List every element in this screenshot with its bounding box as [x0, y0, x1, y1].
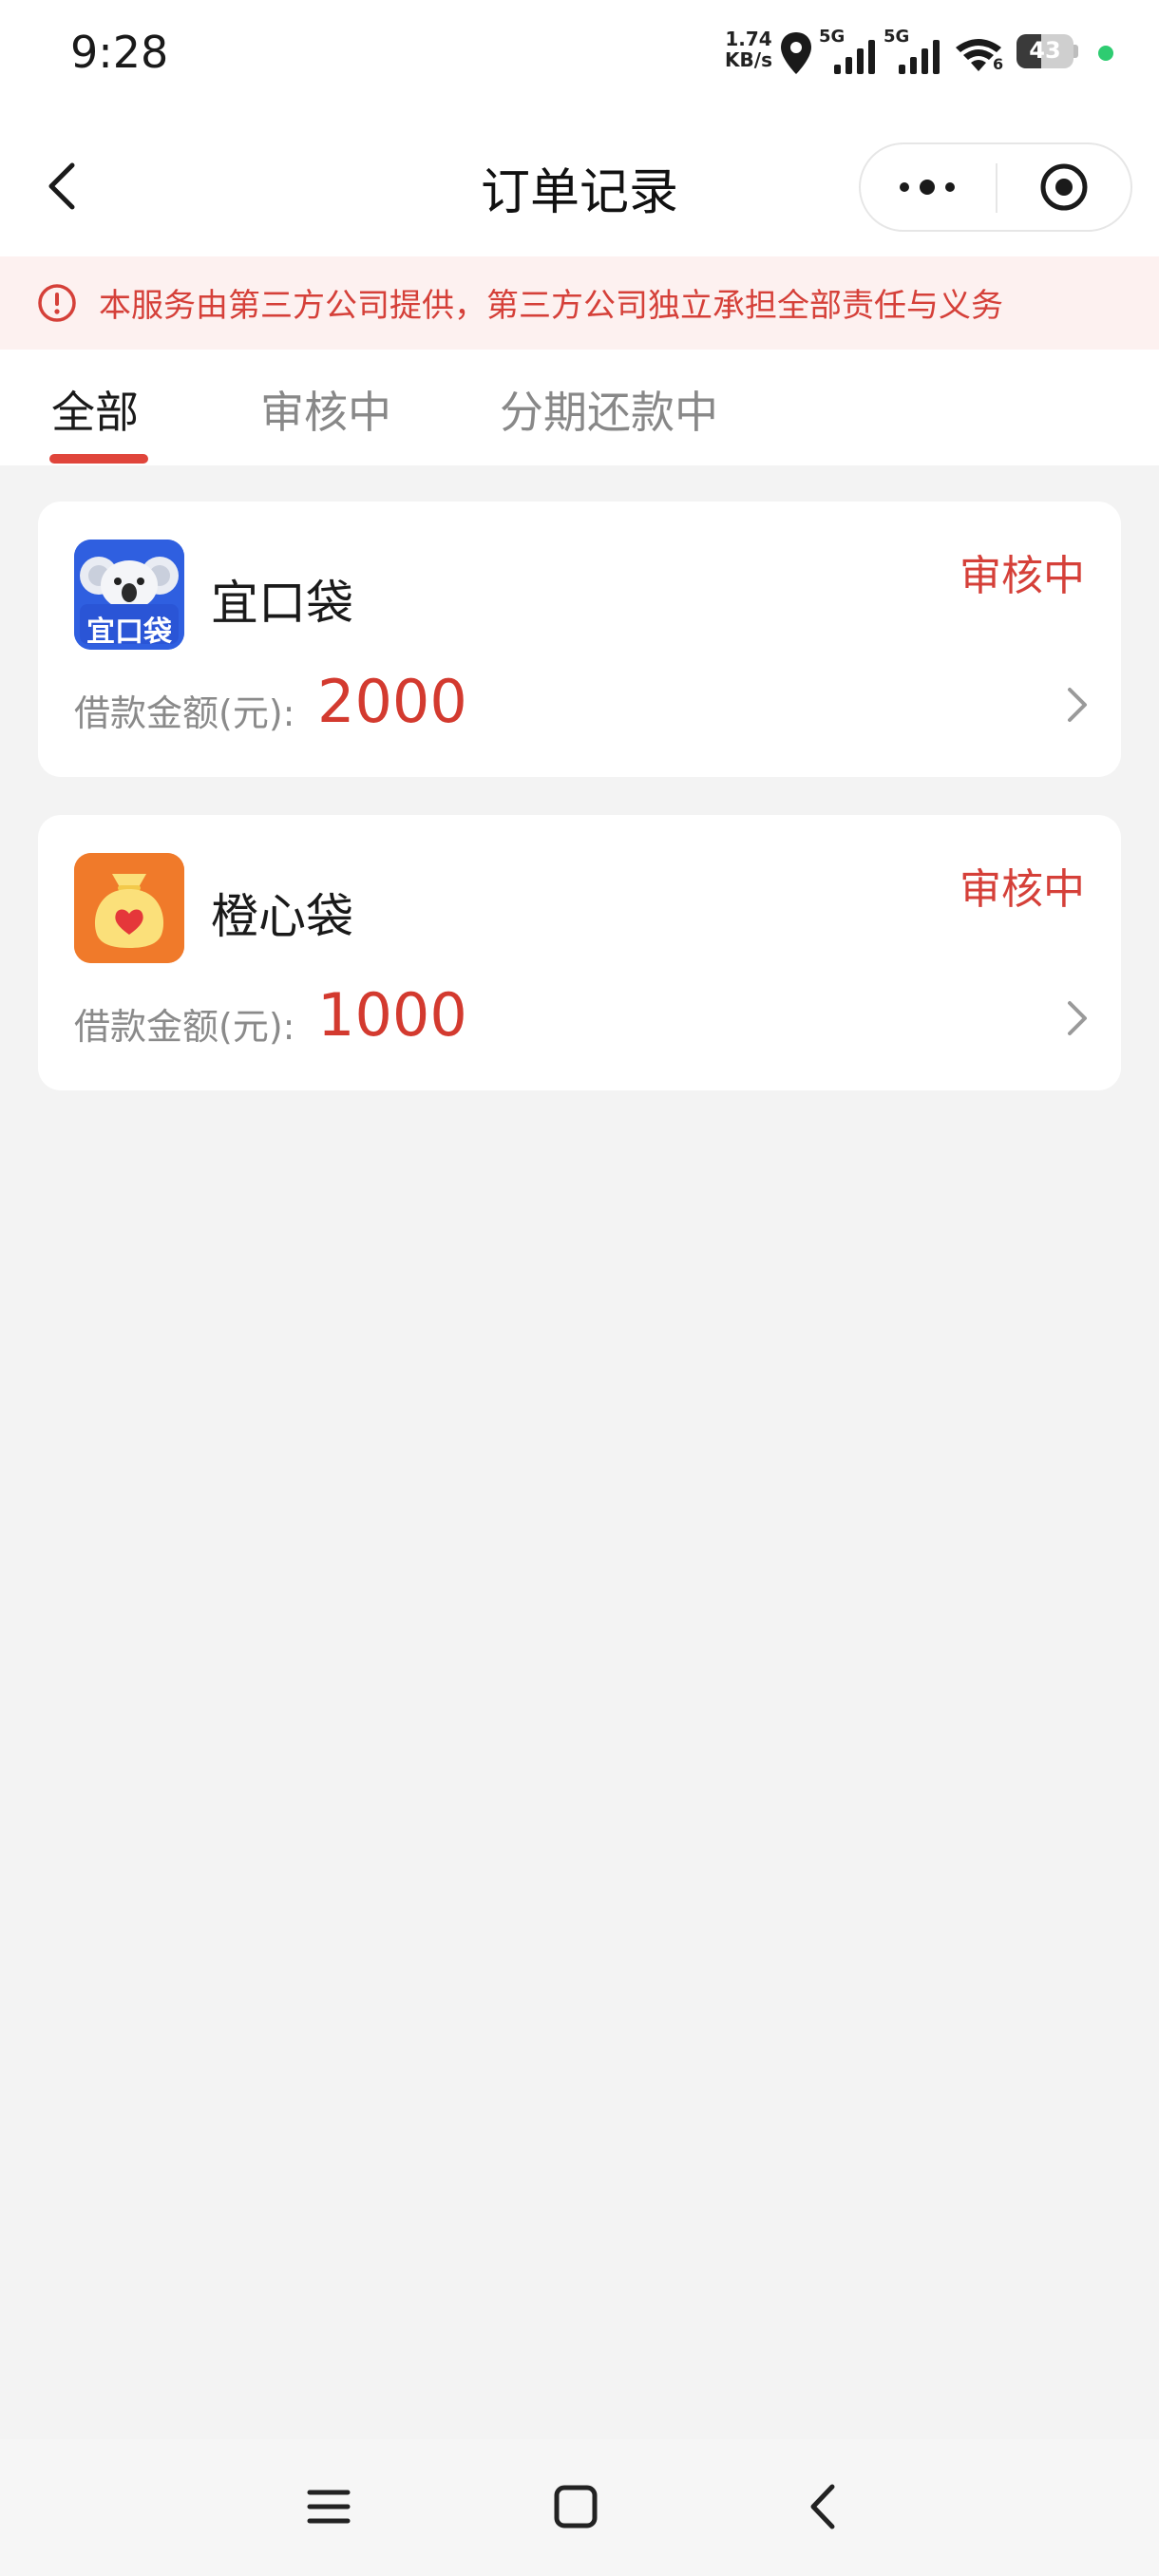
order-status: 审核中 — [960, 865, 1085, 914]
app-name: 橙心袋 — [211, 889, 353, 944]
home-square-icon — [554, 2485, 598, 2529]
location-icon — [781, 32, 811, 74]
system-back-button[interactable] — [785, 2473, 861, 2540]
app-name: 宜口袋 — [211, 576, 353, 631]
order-status: 审核中 — [960, 552, 1085, 600]
money-bag-heart-icon — [74, 853, 184, 963]
battery-level: 43 — [1029, 37, 1061, 64]
network-speed-unit: KB/s — [725, 48, 772, 71]
target-circle-icon — [1040, 163, 1088, 211]
app-logo-text: 宜口袋 — [86, 616, 172, 649]
privacy-indicator-dot — [1098, 46, 1113, 61]
menu-icon — [307, 2490, 351, 2524]
more-button[interactable] — [859, 142, 996, 232]
network-speed: 1.74 KB/s — [720, 28, 777, 70]
chevron-right-icon[interactable] — [1060, 684, 1094, 726]
more-dots-icon — [900, 180, 955, 195]
wifi-badge: 6 — [993, 55, 1004, 73]
signal-icon — [899, 40, 940, 74]
loan-amount-value: 1000 — [317, 980, 467, 1050]
loan-amount-value: 2000 — [317, 667, 467, 736]
signal-icon — [834, 40, 875, 74]
alert-circle-icon — [38, 284, 76, 322]
close-mini-program-button[interactable] — [996, 142, 1132, 232]
disclaimer-text: 本服务由第三方公司提供，第三方公司独立承担全部责任与义务 — [99, 287, 1003, 325]
home-button[interactable] — [538, 2473, 614, 2540]
status-time: 9:28 — [70, 27, 169, 78]
network-speed-value: 1.74 — [725, 28, 772, 50]
back-triangle-icon — [810, 2484, 835, 2529]
app-logo: 宜口袋 — [74, 540, 184, 650]
loan-amount-label: 借款金额(元): — [74, 692, 295, 734]
app-logo — [74, 853, 184, 963]
tab-installment-repaying[interactable]: 分期还款中 — [500, 378, 718, 441]
active-tab-indicator — [49, 454, 148, 464]
tab-all[interactable]: 全部 — [51, 378, 139, 441]
loan-amount-label: 借款金额(元): — [74, 1006, 295, 1048]
recent-apps-button[interactable] — [291, 2473, 367, 2540]
chevron-right-icon[interactable] — [1060, 997, 1094, 1039]
battery-icon: 43 — [1016, 34, 1079, 68]
tab-reviewing[interactable]: 审核中 — [260, 378, 391, 441]
